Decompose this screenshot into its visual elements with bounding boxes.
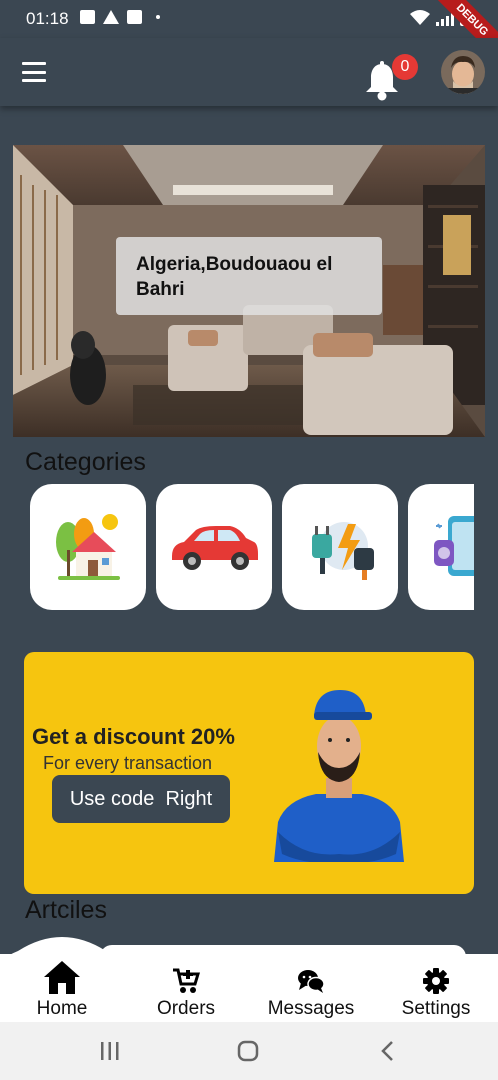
cart-icon — [173, 968, 200, 993]
use-code-button[interactable]: Use code Right — [52, 775, 230, 823]
nav-settings-label: Settings — [401, 998, 471, 1019]
car-icon — [172, 526, 258, 570]
nav-messages[interactable]: Messages — [249, 954, 373, 1024]
more-notifications-icon — [156, 15, 160, 19]
back-icon[interactable] — [380, 1040, 396, 1062]
articles-title: Artciles — [25, 896, 107, 924]
category-card-electricity[interactable] — [282, 484, 398, 610]
promo-title: Get a discount 20% — [32, 724, 235, 749]
categories-title: Categories — [25, 448, 146, 476]
promo-subtitle: For every transaction — [43, 753, 213, 773]
status-bar: 01:18 DEBUG — [0, 0, 498, 70]
location-card: Algeria,Boudouaou el Bahri — [116, 237, 382, 315]
promo-banner: Get a discount 20% For every transaction… — [24, 652, 474, 894]
app-notification-icon — [127, 10, 142, 24]
worker-illustration — [274, 690, 404, 862]
chat-icon — [298, 970, 325, 993]
system-navigation-bar — [0, 1022, 498, 1080]
recent-apps-icon[interactable] — [100, 1040, 120, 1062]
electric-plug-icon — [312, 522, 374, 580]
category-card-house[interactable] — [30, 484, 146, 610]
gallery-icon — [80, 10, 95, 24]
bottom-navigation: Home Orders Messages Settings — [0, 954, 498, 1024]
app-bar: 0 — [0, 38, 498, 106]
home-icon — [44, 961, 80, 994]
categories-list — [30, 484, 474, 612]
status-notification-icons — [80, 10, 160, 24]
nav-settings[interactable]: Settings — [374, 954, 498, 1024]
status-time: 01:18 — [26, 9, 69, 28]
house-icon — [56, 514, 120, 580]
gear-icon — [423, 968, 449, 994]
category-card-electronics[interactable] — [408, 484, 474, 610]
nav-home[interactable]: Home — [0, 954, 124, 1024]
user-avatar[interactable] — [441, 50, 485, 94]
hero-banner: Algeria,Boudouaou el Bahri — [13, 145, 485, 437]
category-card-car[interactable] — [156, 484, 272, 610]
home-system-icon[interactable] — [237, 1040, 261, 1062]
notification-badge: 0 — [392, 54, 418, 80]
wifi-icon — [410, 10, 430, 25]
nav-orders-label: Orders — [156, 998, 216, 1019]
electronics-devices-icon — [434, 516, 474, 576]
nav-orders[interactable]: Orders — [124, 954, 248, 1024]
nav-messages-label: Messages — [267, 998, 355, 1019]
nav-home-label: Home — [36, 998, 88, 1019]
warning-icon — [103, 10, 119, 24]
hamburger-menu-icon[interactable] — [22, 62, 46, 82]
